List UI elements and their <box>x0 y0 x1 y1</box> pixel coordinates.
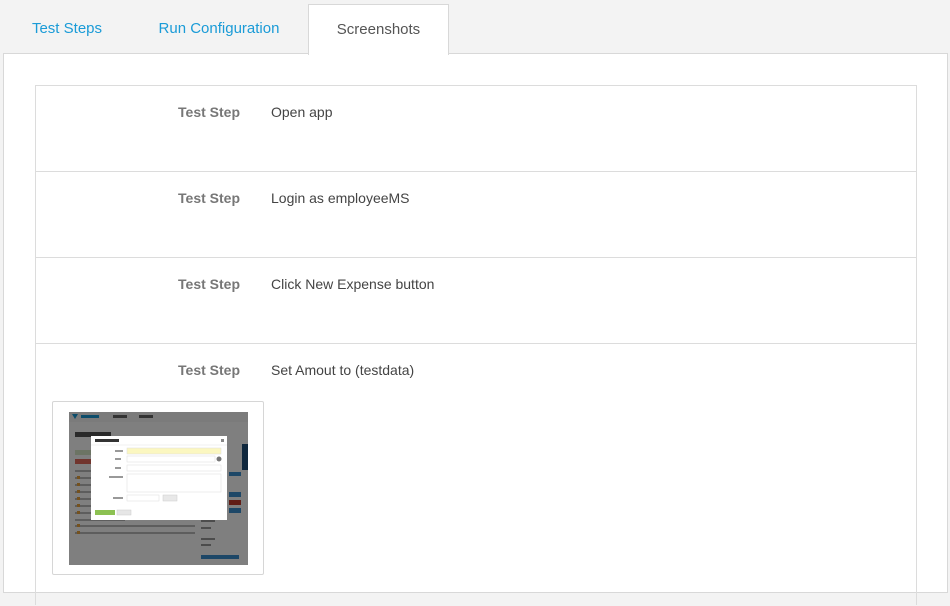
step-text: Set Amout to (testdata) <box>271 362 415 378</box>
step-row: Test Step Click New Expense button <box>36 258 916 344</box>
step-label: Test Step <box>178 104 240 120</box>
step-label: Test Step <box>178 276 240 292</box>
step-row: Test Step Open app <box>36 86 916 172</box>
step-label: Test Step <box>178 190 240 206</box>
step-text: Click New Expense button <box>271 276 435 292</box>
tab-bar: Test Steps Run Configuration Screenshots <box>0 0 950 55</box>
tab-test-steps[interactable]: Test Steps <box>14 4 120 54</box>
step-row: Test Step Login as employeeMS <box>36 172 916 258</box>
tab-run-configuration[interactable]: Run Configuration <box>148 4 290 54</box>
screenshots-panel: Test Step Open app Test Step Login as em… <box>3 53 948 605</box>
screenshot-thumbnail[interactable] <box>52 401 264 575</box>
step-text: Login as employeeMS <box>271 190 410 206</box>
steps-list: Test Step Open app Test Step Login as em… <box>35 85 917 605</box>
screenshot-image <box>69 412 248 565</box>
tab-screenshots[interactable]: Screenshots <box>308 4 449 55</box>
step-label: Test Step <box>178 362 240 378</box>
step-row: Test Step Set Amout to (testdata) <box>36 344 916 606</box>
step-text: Open app <box>271 104 333 120</box>
